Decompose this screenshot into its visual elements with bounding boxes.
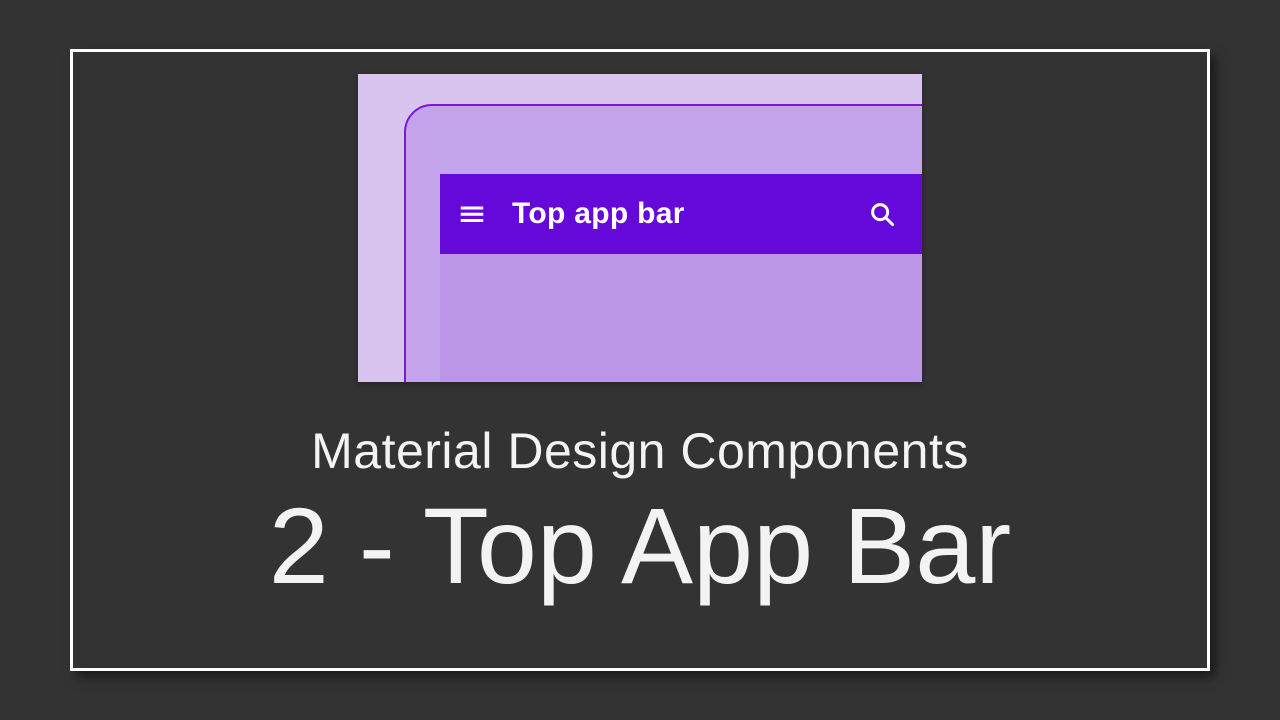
app-content-area xyxy=(440,254,922,382)
menu-icon[interactable] xyxy=(450,192,494,236)
slide-title: 2 - Top App Bar xyxy=(269,484,1012,608)
slide-frame: Top app bar Material Design Components 2… xyxy=(70,49,1210,671)
top-app-bar: Top app bar xyxy=(440,174,922,254)
slide-subtitle: Material Design Components xyxy=(269,422,1012,480)
slide-headings: Material Design Components 2 - Top App B… xyxy=(269,422,1012,608)
search-icon[interactable] xyxy=(860,192,904,236)
app-bar-title: Top app bar xyxy=(512,197,685,231)
component-preview: Top app bar xyxy=(358,74,922,382)
